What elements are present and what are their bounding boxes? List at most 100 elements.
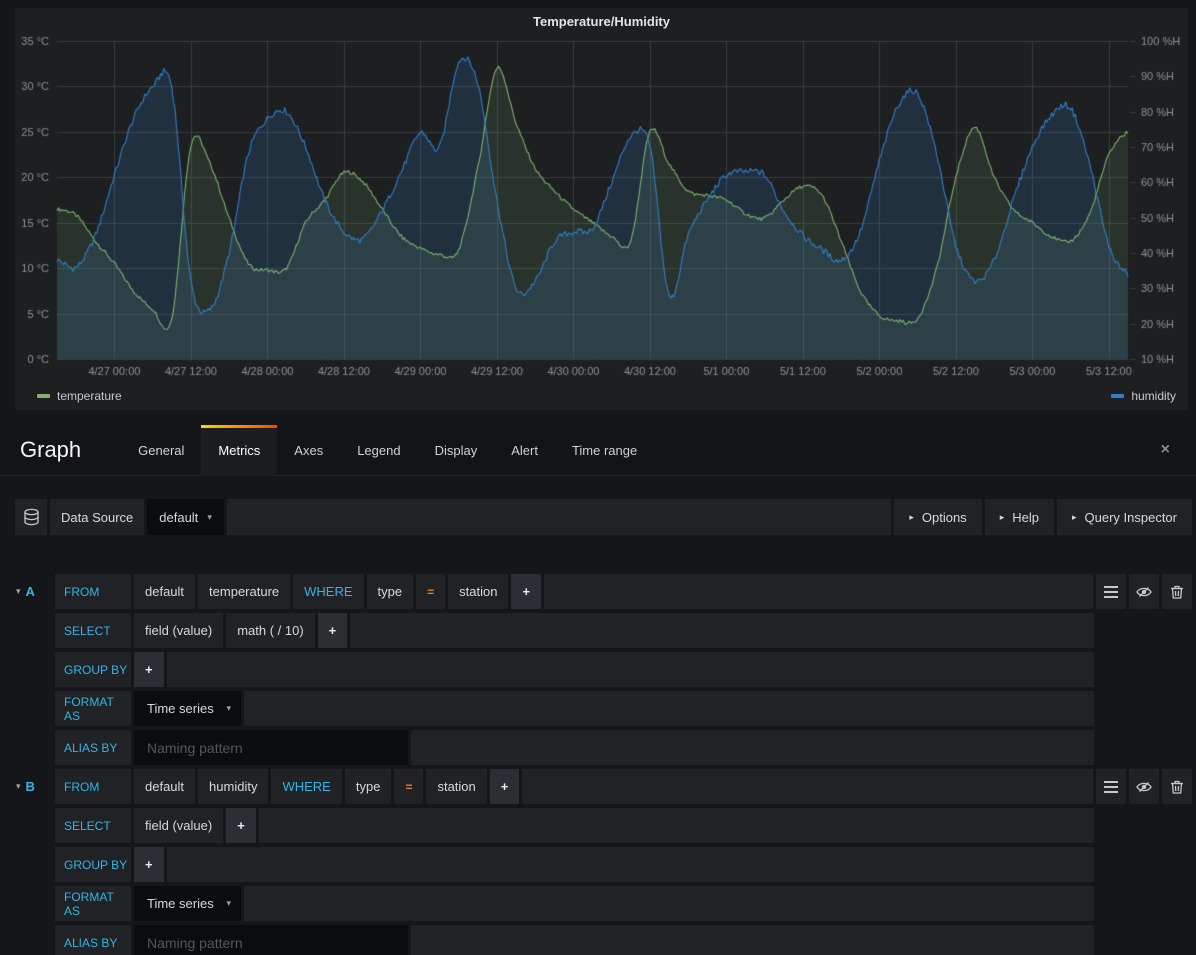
- query-delete-button[interactable]: [1162, 769, 1192, 804]
- eye-icon: [1136, 586, 1152, 598]
- select-field-segment[interactable]: field (value): [134, 613, 223, 648]
- query-b-format-row: FORMAT AS Time series ▾: [55, 886, 1094, 921]
- query-ref-letter: A: [26, 584, 35, 599]
- where-keyword[interactable]: WHERE: [293, 574, 363, 609]
- query-a-groupby-row: GROUP BY +: [55, 652, 1094, 687]
- legend-swatch-humidity: [1111, 394, 1124, 398]
- select-label: SELECT: [55, 613, 131, 648]
- editor-tabbar: Graph General Metrics Axes Legend Displa…: [0, 425, 1196, 476]
- tab-legend[interactable]: Legend: [340, 425, 417, 475]
- query-disable-button[interactable]: [1129, 574, 1159, 609]
- tab-axes[interactable]: Axes: [277, 425, 340, 475]
- triangle-right-icon: ▸: [909, 512, 914, 523]
- grafana-panel-editor: Temperature/Humidity temperature humidit…: [0, 0, 1196, 955]
- alias-input[interactable]: [134, 730, 408, 765]
- alias-by-label: ALIAS BY: [55, 925, 131, 955]
- query-b-groupby-row: GROUP BY +: [55, 847, 1094, 882]
- query-menu-button[interactable]: [1096, 769, 1126, 804]
- timeseries-chart[interactable]: [15, 34, 1188, 386]
- query-a-collapse[interactable]: ▾ A: [16, 574, 35, 609]
- chevron-down-icon: ▾: [16, 781, 21, 792]
- chevron-down-icon: ▾: [226, 703, 231, 714]
- query-ref-letter: B: [26, 779, 35, 794]
- operator-segment[interactable]: =: [416, 574, 445, 609]
- legend-item-temperature[interactable]: temperature: [37, 389, 122, 403]
- add-condition-button[interactable]: +: [511, 574, 541, 609]
- add-select-button[interactable]: +: [318, 613, 348, 648]
- chevron-down-icon: ▾: [226, 898, 231, 909]
- format-as-select[interactable]: Time series ▾: [134, 691, 241, 726]
- measurement-segment[interactable]: temperature: [198, 574, 290, 609]
- query-inspector-button[interactable]: ▸ Query Inspector: [1057, 499, 1192, 535]
- datasource-select[interactable]: default ▾: [147, 499, 224, 535]
- chevron-down-icon: ▾: [16, 586, 21, 597]
- help-button[interactable]: ▸ Help: [985, 499, 1054, 535]
- query-delete-button[interactable]: [1162, 574, 1192, 609]
- query-b: ▾ B FROM default humidity WHERE type = s…: [0, 769, 1196, 955]
- chart-legend: temperature humidity: [15, 386, 1188, 403]
- tab-alert[interactable]: Alert: [494, 425, 555, 475]
- query-a-from-row: ▾ A FROM default temperature WHERE type …: [55, 574, 1192, 609]
- format-as-label: FORMAT AS: [55, 691, 131, 726]
- menu-icon: [1104, 586, 1118, 598]
- query-menu-button[interactable]: [1096, 574, 1126, 609]
- legend-item-humidity[interactable]: humidity: [1111, 389, 1176, 403]
- from-label: FROM: [55, 769, 131, 804]
- select-field-segment[interactable]: field (value): [134, 808, 223, 843]
- add-groupby-button[interactable]: +: [134, 652, 164, 687]
- eye-icon: [1136, 781, 1152, 793]
- query-disable-button[interactable]: [1129, 769, 1159, 804]
- policy-segment[interactable]: default: [134, 769, 195, 804]
- datasource-label: Data Source: [50, 499, 144, 535]
- add-groupby-button[interactable]: +: [134, 847, 164, 882]
- database-icon: [23, 508, 40, 527]
- datasource-toolbar: Data Source default ▾ ▸ Options ▸ Help ▸…: [15, 499, 1192, 535]
- tab-general[interactable]: General: [121, 425, 201, 475]
- legend-swatch-temperature: [37, 394, 50, 398]
- triangle-right-icon: ▸: [1000, 512, 1005, 523]
- query-b-from-row: ▾ B FROM default humidity WHERE type = s…: [55, 769, 1192, 804]
- tag-value-segment[interactable]: station: [448, 574, 508, 609]
- policy-segment[interactable]: default: [134, 574, 195, 609]
- trash-icon: [1171, 780, 1183, 794]
- from-label: FROM: [55, 574, 131, 609]
- query-a: ▾ A FROM default temperature WHERE type …: [0, 574, 1196, 765]
- menu-icon: [1104, 781, 1118, 793]
- query-b-alias-row: ALIAS BY: [55, 925, 1094, 955]
- measurement-segment[interactable]: humidity: [198, 769, 268, 804]
- alias-by-label: ALIAS BY: [55, 730, 131, 765]
- operator-segment[interactable]: =: [394, 769, 423, 804]
- query-a-alias-row: ALIAS BY: [55, 730, 1094, 765]
- format-as-select[interactable]: Time series ▾: [134, 886, 241, 921]
- alias-input[interactable]: [134, 925, 408, 955]
- editor-panel-type: Graph: [0, 425, 121, 475]
- panel-title[interactable]: Temperature/Humidity: [15, 8, 1188, 34]
- query-b-select-row: SELECT field (value) +: [55, 808, 1094, 843]
- query-a-select-row: SELECT field (value) math ( / 10) +: [55, 613, 1094, 648]
- add-condition-button[interactable]: +: [490, 769, 520, 804]
- group-by-label: GROUP BY: [55, 847, 131, 882]
- tab-metrics[interactable]: Metrics: [201, 425, 277, 476]
- format-as-label: FORMAT AS: [55, 886, 131, 921]
- tab-time-range[interactable]: Time range: [555, 425, 654, 475]
- select-math-segment[interactable]: math ( / 10): [226, 613, 314, 648]
- tag-key-segment[interactable]: type: [345, 769, 392, 804]
- group-by-label: GROUP BY: [55, 652, 131, 687]
- editor-tabs: General Metrics Axes Legend Display Aler…: [121, 425, 654, 475]
- chevron-down-icon: ▾: [207, 512, 212, 523]
- tab-display[interactable]: Display: [418, 425, 495, 475]
- legend-label-temperature: temperature: [57, 389, 122, 403]
- where-keyword[interactable]: WHERE: [271, 769, 341, 804]
- datasource-icon-cell: [15, 499, 47, 535]
- triangle-right-icon: ▸: [1072, 512, 1077, 523]
- query-a-format-row: FORMAT AS Time series ▾: [55, 691, 1094, 726]
- select-label: SELECT: [55, 808, 131, 843]
- query-editor: Data Source default ▾ ▸ Options ▸ Help ▸…: [0, 499, 1196, 955]
- options-button[interactable]: ▸ Options: [894, 499, 981, 535]
- close-icon[interactable]: ×: [1135, 425, 1196, 475]
- add-select-button[interactable]: +: [226, 808, 256, 843]
- query-b-collapse[interactable]: ▾ B: [16, 769, 35, 804]
- tag-value-segment[interactable]: station: [426, 769, 486, 804]
- toolbar-filler: [227, 499, 892, 535]
- tag-key-segment[interactable]: type: [367, 574, 414, 609]
